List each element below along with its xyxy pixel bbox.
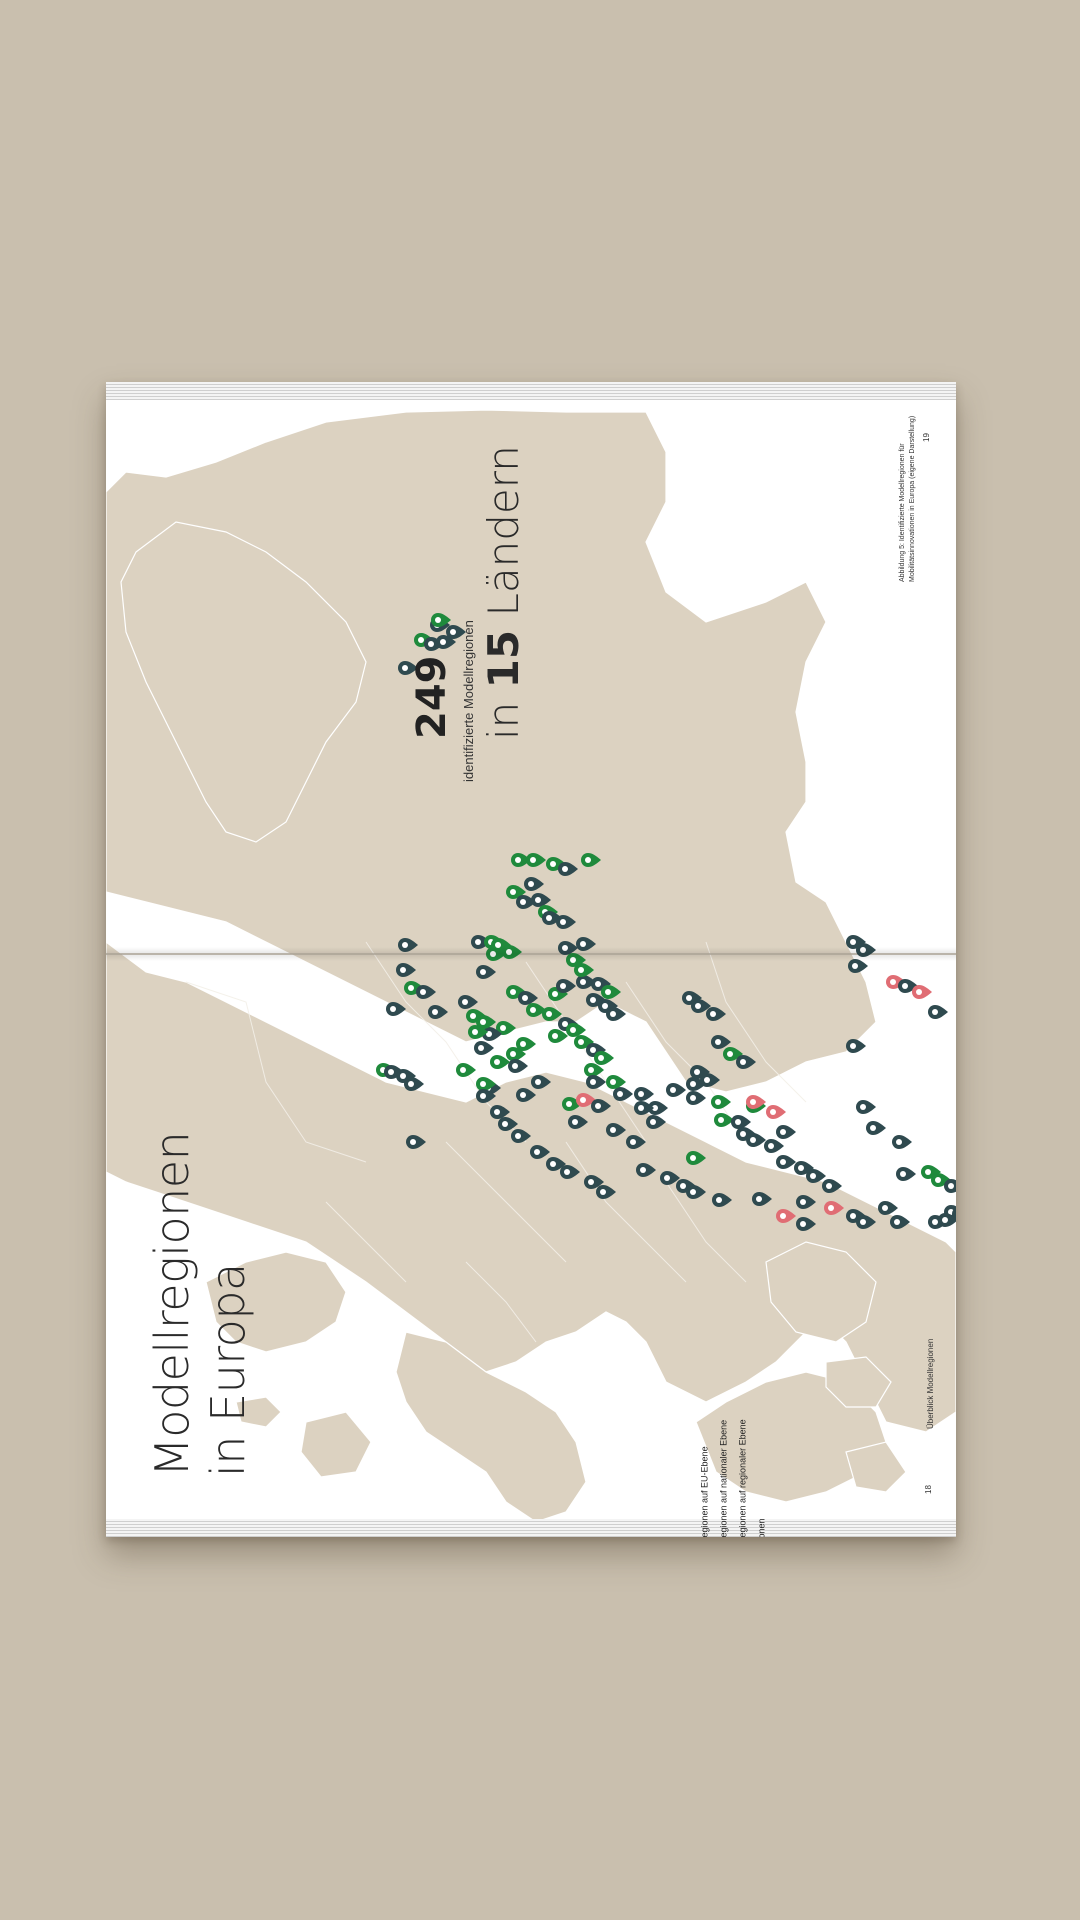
figure-caption: Abbildung 5: Identifizierte Modellregion… [898,416,918,582]
legend-label: Modellregionen auf EU-Ebene [699,1446,710,1537]
legend-label: Modellregionen auf regionaler Ebene [737,1419,748,1537]
legend-label: Teilregionen [756,1518,766,1537]
map-pin-icon [566,1023,586,1037]
map-pin-icon [848,959,868,973]
map-pin-icon [912,985,932,999]
caption-line-2: Mobilitätsinnovationen in Europa (eigene… [909,415,916,582]
map-pin-icon [474,1041,494,1055]
map-pin-icon [456,1063,476,1077]
map-pin-icon [776,1125,796,1139]
stat-countries-number: 15 [479,629,528,689]
map-pin-icon [508,1059,528,1073]
caption-line-1: Abbildung 5: Identifizierte Modellregion… [899,443,906,582]
map-pin-icon [846,1039,866,1053]
map-pin-icon [714,1113,734,1127]
page-number-left: 18 [924,1485,933,1494]
map-pin-icon [548,1029,568,1043]
legend-item-eu: Modellregionen auf EU-Ebene [698,1446,712,1537]
map-pin-icon [896,1167,916,1181]
land-island-2 [300,1411,372,1478]
page-edge-top [106,382,956,400]
running-footer: Überblick Modellregionen [926,1338,935,1429]
map-pin-icon [878,1201,898,1215]
map-pin-icon [634,1087,654,1101]
map-pin-icon [856,1100,876,1114]
map-pin-icon [776,1155,796,1169]
map-pin-icon [764,1139,784,1153]
map-pin-icon [928,1005,948,1019]
stat-countries: in 15 Ländern [479,445,528,740]
legend-item-sub: Teilregionen [755,1518,769,1537]
map-pin-icon [711,1095,731,1109]
stat-countries-suffix: Ländern [479,445,528,630]
legend-item-regional: Modellregionen auf regionaler Ebene [736,1419,750,1537]
stat-count-label: identifizierte Modellregionen [461,620,476,782]
stat-count: 249 [409,655,455,740]
brochure-spread: Modellregionen in Europa 249 identifizie… [106,382,956,1537]
title-line-1: Modellregionen [145,1131,199,1477]
legend-item-national: Modellregionen auf nationaler Ebene [717,1420,731,1537]
stat-countries-prefix: in [479,688,528,740]
map-pin-icon [866,1121,886,1135]
page-number-right: 19 [922,433,931,442]
map-pin-icon [606,1075,626,1089]
title-line-2: in Europa [201,1263,255,1477]
map-pin-icon [613,1087,633,1101]
map-pin-icon [666,1083,686,1097]
map-pin-icon [731,1115,751,1129]
spine-shadow [106,947,956,961]
map-pin-icon [746,1133,766,1147]
page-title: Modellregionen in Europa [144,1057,256,1477]
map-pin-icon [686,1091,706,1105]
map-pin-icon [594,1051,614,1065]
legend-label: Modellregionen auf nationaler Ebene [718,1419,729,1537]
map-pin-icon [766,1105,786,1119]
map-pin-icon [404,1077,424,1091]
map-legend: Modellregionen auf EU-Ebene Modellregion… [698,1419,878,1537]
map-pin-icon [892,1135,912,1149]
